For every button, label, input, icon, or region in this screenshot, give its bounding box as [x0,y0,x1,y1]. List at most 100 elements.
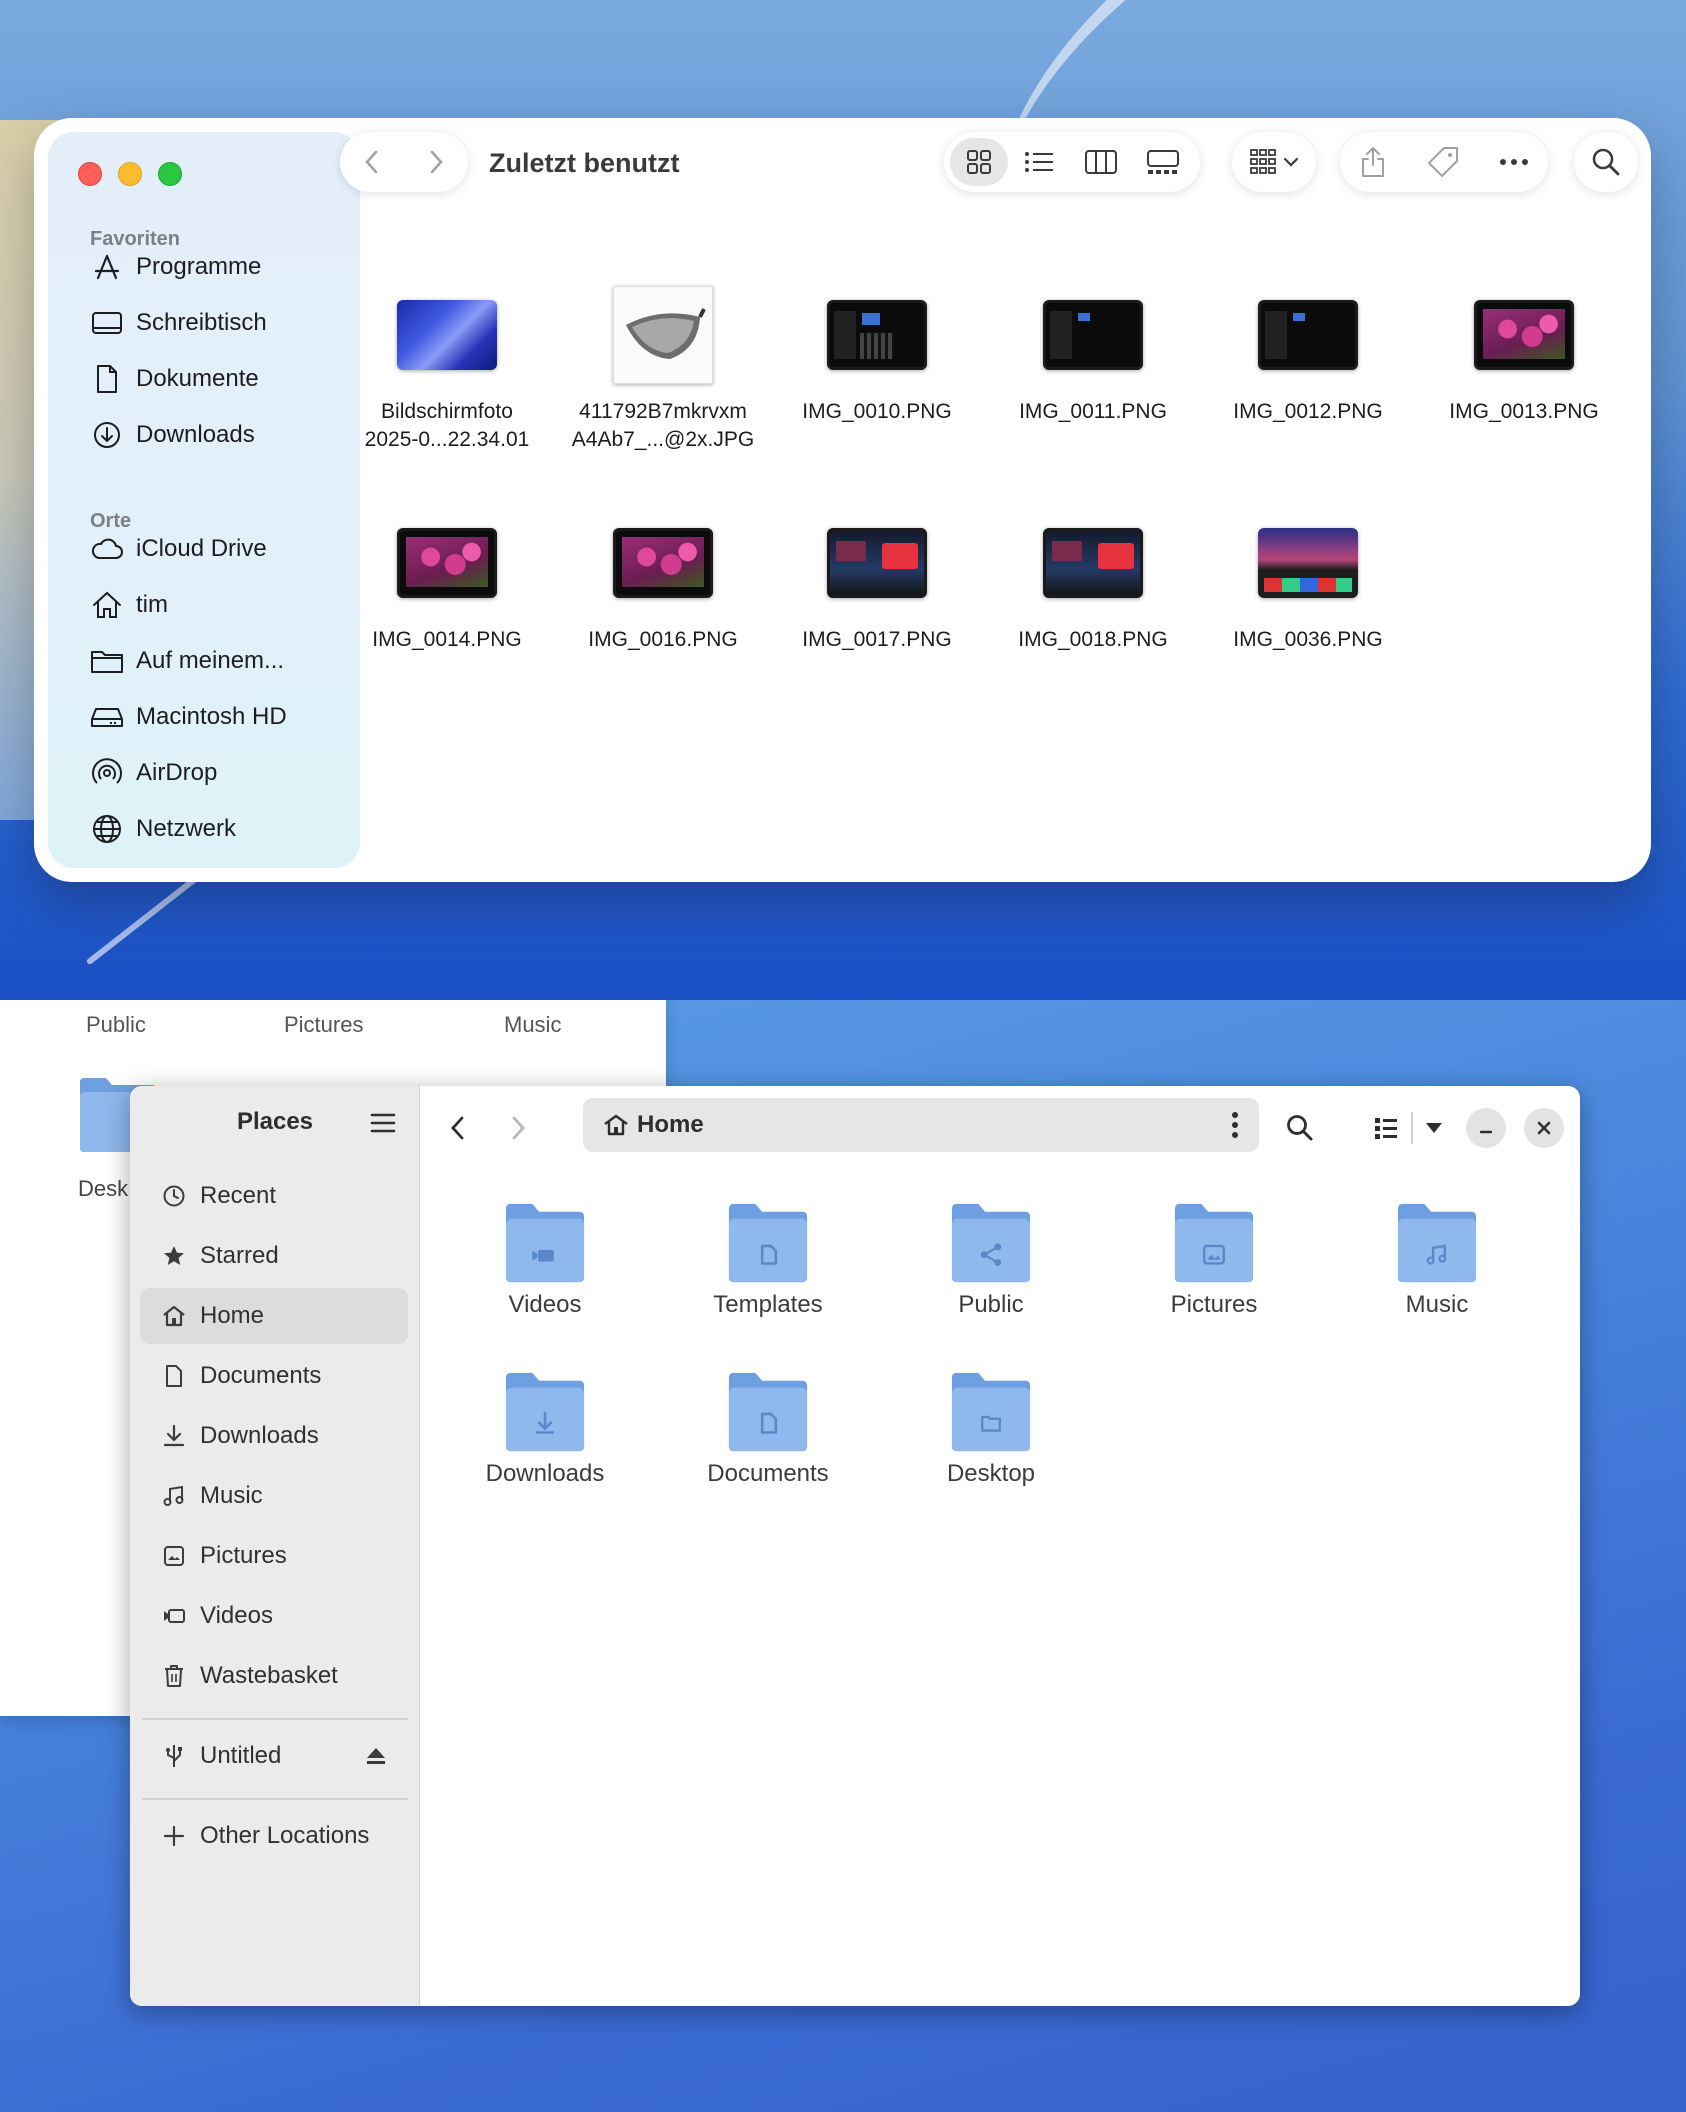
search-button[interactable] [1278,1106,1322,1150]
home-icon [160,1302,188,1330]
sidebar-item-untitled[interactable]: Untitled [140,1728,408,1784]
bg-tab[interactable]: Public [86,1012,146,1038]
bg-tab[interactable]: Pictures [284,1012,363,1038]
file-thumbnail [563,508,763,618]
minimize-button[interactable] [1466,1108,1506,1148]
chevron-left-icon [451,1116,464,1140]
sidebar-item-tim[interactable]: tim [90,582,350,628]
folder-desktop[interactable]: Desktop [911,1370,1071,1488]
sidebar-item-label: Macintosh HD [136,703,287,730]
gallery-icon [1147,150,1179,174]
file-thumbnail [1208,508,1408,618]
file-item[interactable]: IMG_0016.PNG [563,508,763,654]
folder-icon [1397,1203,1477,1283]
sidebar-item-dokumente[interactable]: Dokumente [90,356,350,402]
file-thumbnail [347,508,547,618]
music-icon [160,1482,188,1510]
close-button[interactable] [1524,1108,1564,1148]
flowers-thumbnail [613,528,713,598]
file-name: IMG_0018.PNG [1018,628,1168,651]
folder-icon [505,1203,585,1283]
sidebar-item-documents[interactable]: Documents [140,1348,408,1404]
file-item[interactable]: 411792B7mkrvxm A4Ab7_...@2x.JPG [563,280,763,454]
folder-label: Pictures [1170,1291,1258,1318]
search-button[interactable] [1574,132,1638,192]
file-item[interactable]: Bildschirmfoto 2025-0...22.34.01 [347,280,547,454]
folder-icon [951,1372,1031,1452]
file-item[interactable]: IMG_0018.PNG [993,508,1193,654]
file-item[interactable]: IMG_0017.PNG [777,508,977,654]
file-thumbnail [777,508,977,618]
file-item[interactable]: IMG_0036.PNG [1208,508,1408,654]
sidebar-item-netzwerk[interactable]: Netzwerk [90,806,350,852]
back-button[interactable] [438,1108,478,1148]
sidebar-item-airdrop[interactable]: AirDrop [90,750,350,796]
sidebar-item-macintosh-hd[interactable]: Macintosh HD [90,694,350,740]
file-item[interactable]: IMG_0014.PNG [347,508,547,654]
sidebar-item-schreibtisch[interactable]: Schreibtisch [90,300,350,346]
close-button[interactable] [78,162,102,186]
sidebar-item-icloud-drive[interactable]: iCloud Drive [90,526,350,572]
group-by-button[interactable] [1232,132,1316,192]
sidebar-item-videos[interactable]: Videos [140,1588,408,1644]
file-item[interactable]: IMG_0013.PNG [1424,280,1624,426]
file-item[interactable]: IMG_0012.PNG [1208,280,1408,426]
file-item[interactable]: IMG_0010.PNG [777,280,977,426]
sidebar-item-downloads[interactable]: Downloads [140,1408,408,1464]
folder-music[interactable]: Music [1357,1201,1517,1319]
eject-icon[interactable] [362,1742,390,1770]
drive-icon [90,700,124,734]
tag-button[interactable] [1426,145,1460,179]
folder-templates[interactable]: Templates [688,1201,848,1319]
folder-pictures[interactable]: Pictures [1134,1201,1294,1319]
folder-videos[interactable]: Videos [465,1201,625,1319]
path-label: Home [637,1111,704,1138]
more-button[interactable] [1499,158,1529,166]
folder-public[interactable]: Public [911,1201,1071,1319]
file-item[interactable]: IMG_0011.PNG [993,280,1193,426]
sidebar-item-other-locations[interactable]: Other Locations [140,1808,408,1864]
share-button[interactable] [1359,145,1387,179]
sidebar-item-programme[interactable]: Programme [90,244,350,290]
folder-icon [505,1372,585,1452]
icon-view-button[interactable] [950,138,1008,186]
chevron-right-icon [512,1116,525,1140]
minimize-button[interactable] [118,162,142,186]
main-menu-button[interactable] [366,1106,400,1140]
screenshot-thumbnail [1258,300,1358,370]
folder-documents[interactable]: Documents [688,1370,848,1488]
forward-button[interactable] [498,1108,538,1148]
sidebar-item-label: Dokumente [136,365,259,392]
music-app-thumbnail [827,528,927,598]
view-options-button[interactable] [1416,1106,1452,1150]
path-bar[interactable]: Home [583,1098,1259,1152]
sidebar-item-pictures[interactable]: Pictures [140,1528,408,1584]
download-icon [90,418,124,452]
file-name: IMG_0016.PNG [588,628,738,651]
forward-button[interactable] [404,132,468,192]
folder-icon [1174,1203,1254,1283]
bg-tab[interactable]: Music [504,1012,561,1038]
nautilus-window: Places Recent Starred Home Documents Dow… [130,1086,1580,2006]
gallery-view-button[interactable] [1132,138,1194,186]
sidebar-item-auf-meinem[interactable]: Auf meinem... [90,638,350,684]
zoom-button[interactable] [158,162,182,186]
sidebar-item-recent[interactable]: Recent [140,1168,408,1224]
folder-downloads[interactable]: Downloads [465,1370,625,1488]
sidebar-item-starred[interactable]: Starred [140,1228,408,1284]
file-name: IMG_0011.PNG [1019,400,1167,423]
sidebar-item-music[interactable]: Music [140,1468,408,1524]
path-menu-button[interactable] [1231,1111,1239,1139]
hamburger-icon [370,1113,396,1133]
sidebar-item-label: AirDrop [136,759,218,786]
view-toggle-button[interactable] [1366,1106,1406,1150]
sidebar-item-wastebasket[interactable]: Wastebasket [140,1648,408,1704]
back-button[interactable] [340,132,404,192]
list-view-button[interactable] [1008,138,1070,186]
column-view-button[interactable] [1070,138,1132,186]
sidebar-divider [142,1798,408,1800]
sidebar-item-label: Music [200,1482,263,1509]
sidebar-item-home[interactable]: Home [140,1288,408,1344]
sidebar-item-downloads[interactable]: Downloads [90,412,350,458]
folder-label: Public [958,1291,1024,1318]
